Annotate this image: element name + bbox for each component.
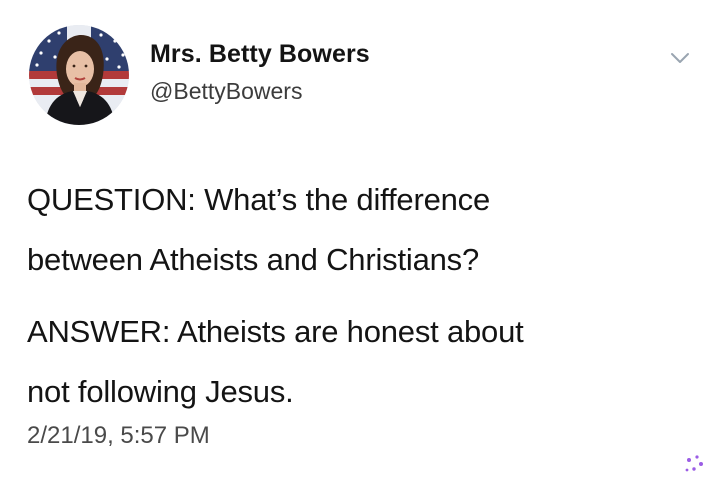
user-handle[interactable]: @BettyBowers xyxy=(150,78,302,105)
tweet-paragraph-question: QUESTION: What’s the difference between … xyxy=(27,170,687,290)
tweet-paragraph-answer: ANSWER: Atheists are honest about not fo… xyxy=(27,302,687,422)
avatar[interactable] xyxy=(29,25,129,125)
display-name[interactable]: Mrs. Betty Bowers xyxy=(150,40,370,69)
tweet-line: not following Jesus. xyxy=(27,374,294,409)
tweet-line: ANSWER: Atheists are honest about xyxy=(27,314,524,349)
tweet-text: QUESTION: What’s the difference between … xyxy=(27,170,687,422)
chevron-down-icon[interactable] xyxy=(669,50,691,66)
tweet-card: Mrs. Betty Bowers @BettyBowers QUESTION:… xyxy=(0,0,720,486)
sparkle-icon xyxy=(685,455,703,472)
avatar-portrait xyxy=(29,25,129,125)
timestamp[interactable]: 2/21/19, 5:57 PM xyxy=(27,422,210,450)
tweet-line: between Atheists and Christians? xyxy=(27,242,479,277)
tweet-line: QUESTION: What’s the difference xyxy=(27,182,491,217)
